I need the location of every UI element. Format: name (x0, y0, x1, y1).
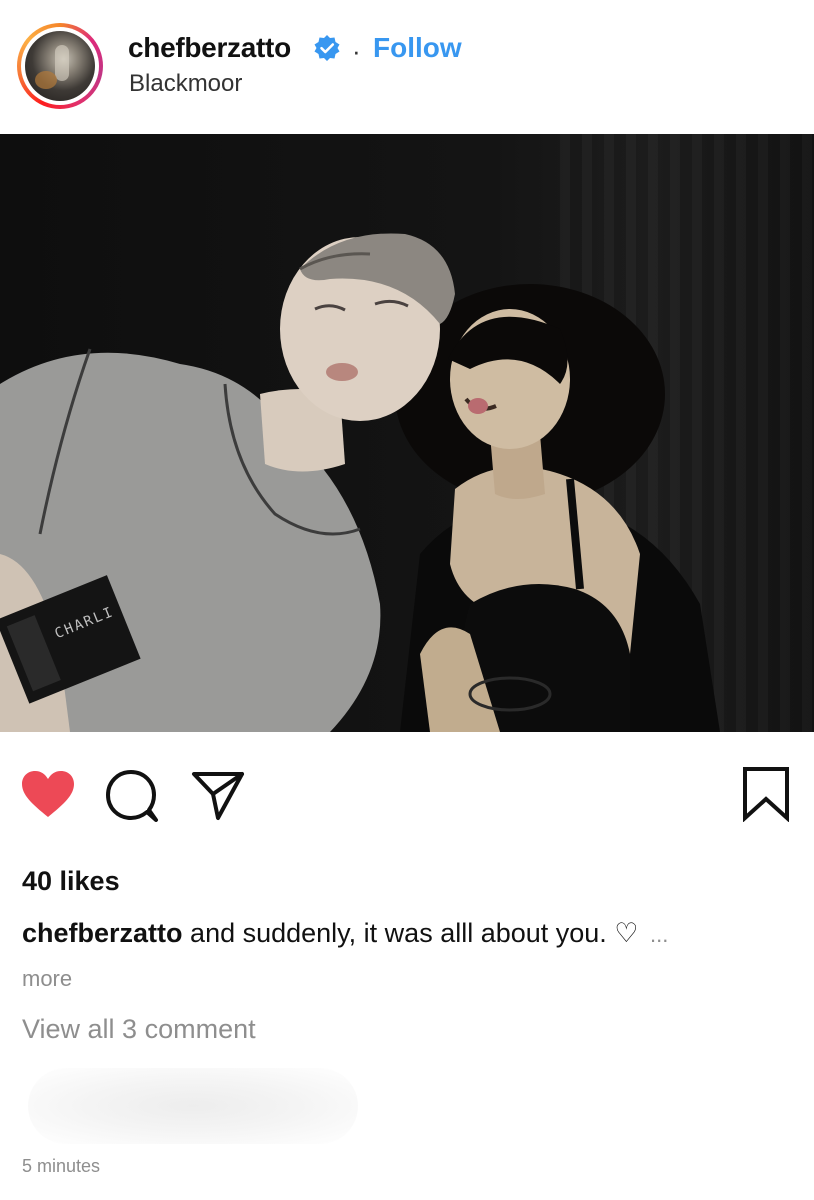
post-header: chefberzatto · Follow Blackmoor (0, 0, 814, 134)
more-link[interactable]: more (22, 966, 72, 992)
blurred-comment (28, 1068, 358, 1144)
post-timestamp: 5 minutes (22, 1156, 101, 1176)
comment-bubble-icon[interactable] (104, 768, 160, 824)
action-bar (0, 732, 814, 842)
paper-plane-icon[interactable] (190, 768, 246, 824)
bookmark-icon[interactable] (740, 766, 792, 822)
post-photo[interactable]: CHARLI (0, 134, 814, 732)
avatar[interactable] (25, 31, 95, 101)
username-link[interactable]: chefberzatto (128, 32, 291, 64)
caption: chefberzatto and suddenly, it was alll a… (22, 918, 668, 949)
avatar-glow (35, 71, 57, 89)
location-link[interactable]: Blackmoor (129, 70, 242, 98)
view-comments-link[interactable]: View all 3 comment (22, 1014, 256, 1045)
caption-username[interactable]: chefberzatto (22, 918, 183, 948)
story-ring[interactable] (17, 23, 103, 109)
follow-button[interactable]: Follow (373, 32, 462, 64)
heart-icon[interactable] (20, 770, 76, 820)
avatar-figure (55, 45, 69, 81)
separator-dot: · (352, 36, 361, 66)
verified-badge-icon (313, 34, 341, 62)
avatar-gap (21, 27, 99, 105)
caption-ellipsis: ... (650, 922, 669, 947)
photo-illustration: CHARLI (0, 233, 720, 732)
likes-count[interactable]: 40 likes (22, 866, 120, 897)
caption-text: and suddenly, it was alll about you. ♡ (190, 918, 639, 948)
